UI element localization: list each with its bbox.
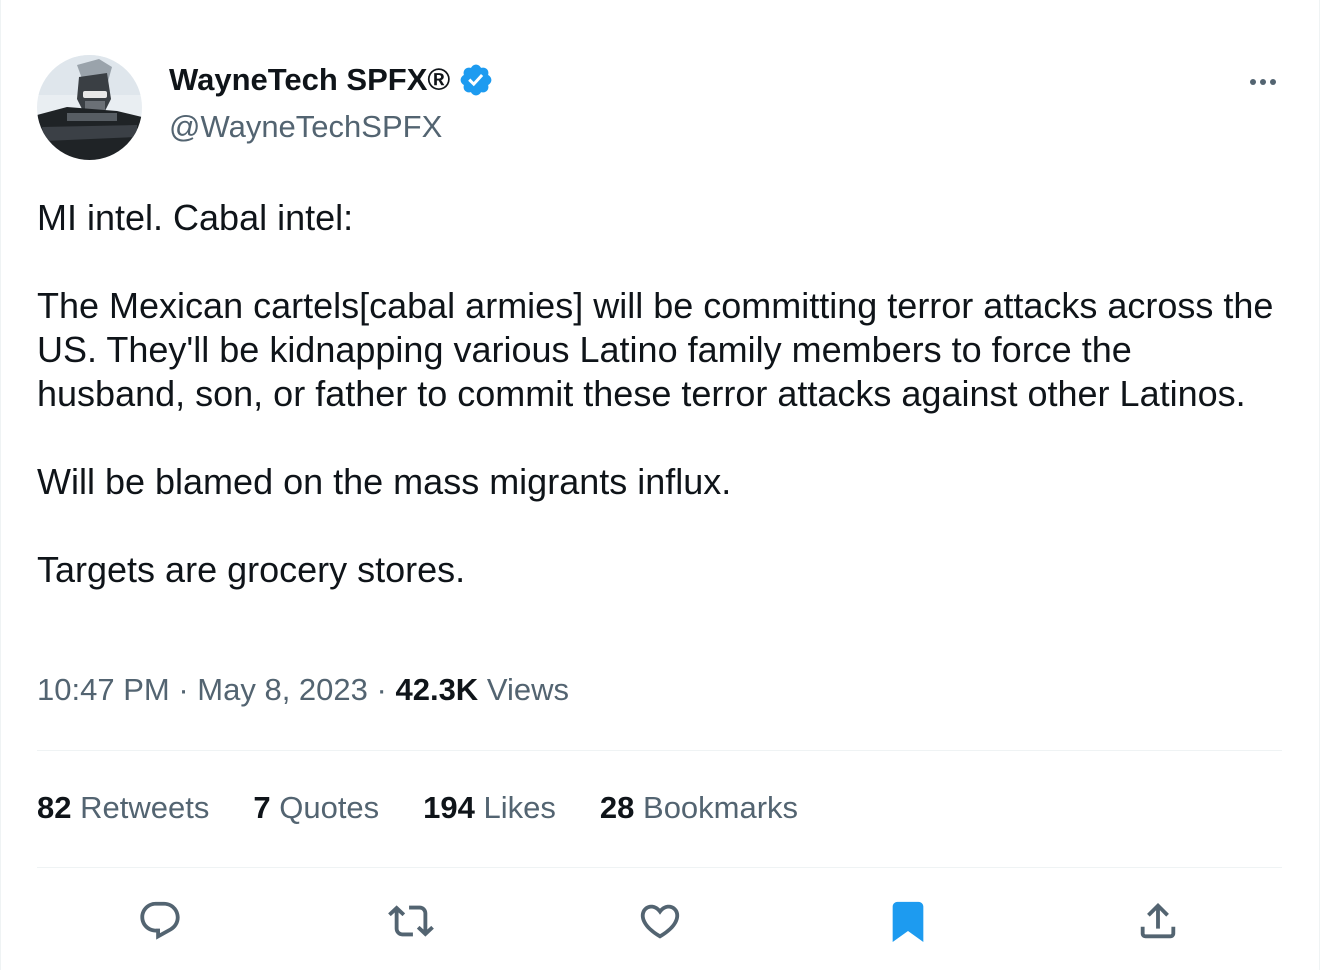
meta-separator: ·: [376, 672, 387, 707]
likes-stat[interactable]: 194 Likes: [423, 790, 556, 826]
author-handle[interactable]: @WayneTechSPFX: [169, 109, 442, 145]
bookmarks-count: 28: [599, 790, 635, 825]
bookmarks-stat[interactable]: 28 Bookmarks: [600, 790, 798, 826]
author-name-row: WayneTech SPFX®: [169, 62, 494, 98]
more-icon: [1250, 79, 1256, 85]
tweet-date[interactable]: May 8, 2023: [197, 672, 368, 707]
avatar-image: [37, 55, 142, 160]
like-icon: [640, 904, 680, 939]
bookmark-icon: [892, 901, 924, 942]
reply-button[interactable]: [129, 890, 191, 952]
tweet-paragraph: The Mexican cartels[cabal armies] will b…: [37, 285, 1274, 414]
tweet-paragraph: Targets are grocery stores.: [37, 549, 466, 590]
retweets-stat[interactable]: 82 Retweets: [37, 790, 209, 826]
quotes-stat[interactable]: 7 Quotes: [253, 790, 379, 826]
tweet-card: WayneTech SPFX® @WayneTechSPFX MI intel.…: [0, 0, 1320, 970]
views-count: 42.3K: [395, 672, 479, 707]
likes-count: 194: [423, 790, 475, 825]
tweet-text: MI intel. Cabal intel: The Mexican carte…: [37, 196, 1287, 592]
quotes-count: 7: [253, 790, 271, 825]
retweets-count: 82: [37, 790, 72, 825]
engagement-stats: 82 Retweets 7 Quotes 194 Likes 28 Bookma…: [37, 790, 842, 826]
verified-icon: [460, 64, 492, 96]
bookmarks-label: Bookmarks: [643, 790, 799, 825]
reply-icon: [140, 901, 180, 940]
tweet-paragraph: Will be blamed on the mass migrants infl…: [37, 461, 732, 502]
likes-label: Likes: [483, 790, 556, 825]
retweets-label: Retweets: [80, 790, 210, 825]
share-button[interactable]: [1127, 890, 1189, 952]
tweet-time[interactable]: 10:47 PM: [37, 672, 170, 707]
meta-separator: ·: [178, 672, 189, 707]
views-label: Views: [486, 672, 569, 707]
quotes-label: Quotes: [279, 790, 380, 825]
tweet-meta: 10:47 PM · May 8, 2023 · 42.3K Views: [37, 672, 569, 708]
divider: [37, 867, 1282, 868]
like-button[interactable]: [629, 890, 691, 952]
avatar[interactable]: [37, 55, 142, 160]
more-options-button[interactable]: [1241, 64, 1285, 100]
retweet-button[interactable]: [380, 890, 442, 952]
retweet-icon: [388, 905, 434, 937]
divider: [37, 750, 1282, 751]
author-display-name[interactable]: WayneTech SPFX®: [169, 62, 450, 98]
share-icon: [1140, 902, 1176, 939]
bookmark-button[interactable]: [877, 890, 939, 952]
tweet-paragraph: MI intel. Cabal intel:: [37, 197, 354, 238]
action-bar: [1, 890, 1321, 952]
